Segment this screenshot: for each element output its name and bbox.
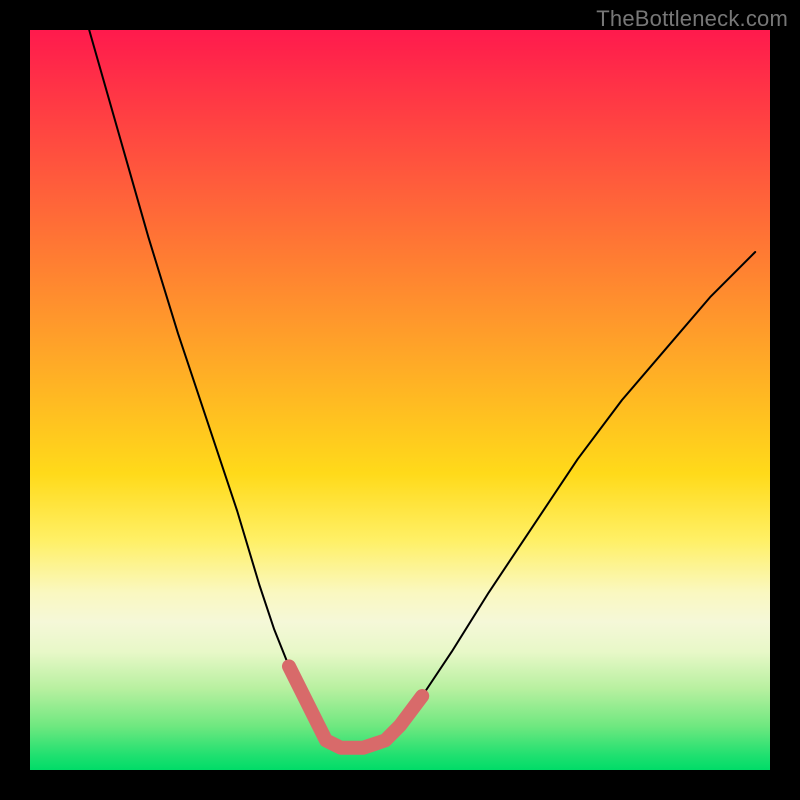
chart-frame: TheBottleneck.com [0,0,800,800]
plot-area [30,30,770,770]
chart-svg [30,30,770,770]
curve-line [89,30,755,748]
watermark-text: TheBottleneck.com [596,6,788,32]
highlight-segment [289,666,422,747]
